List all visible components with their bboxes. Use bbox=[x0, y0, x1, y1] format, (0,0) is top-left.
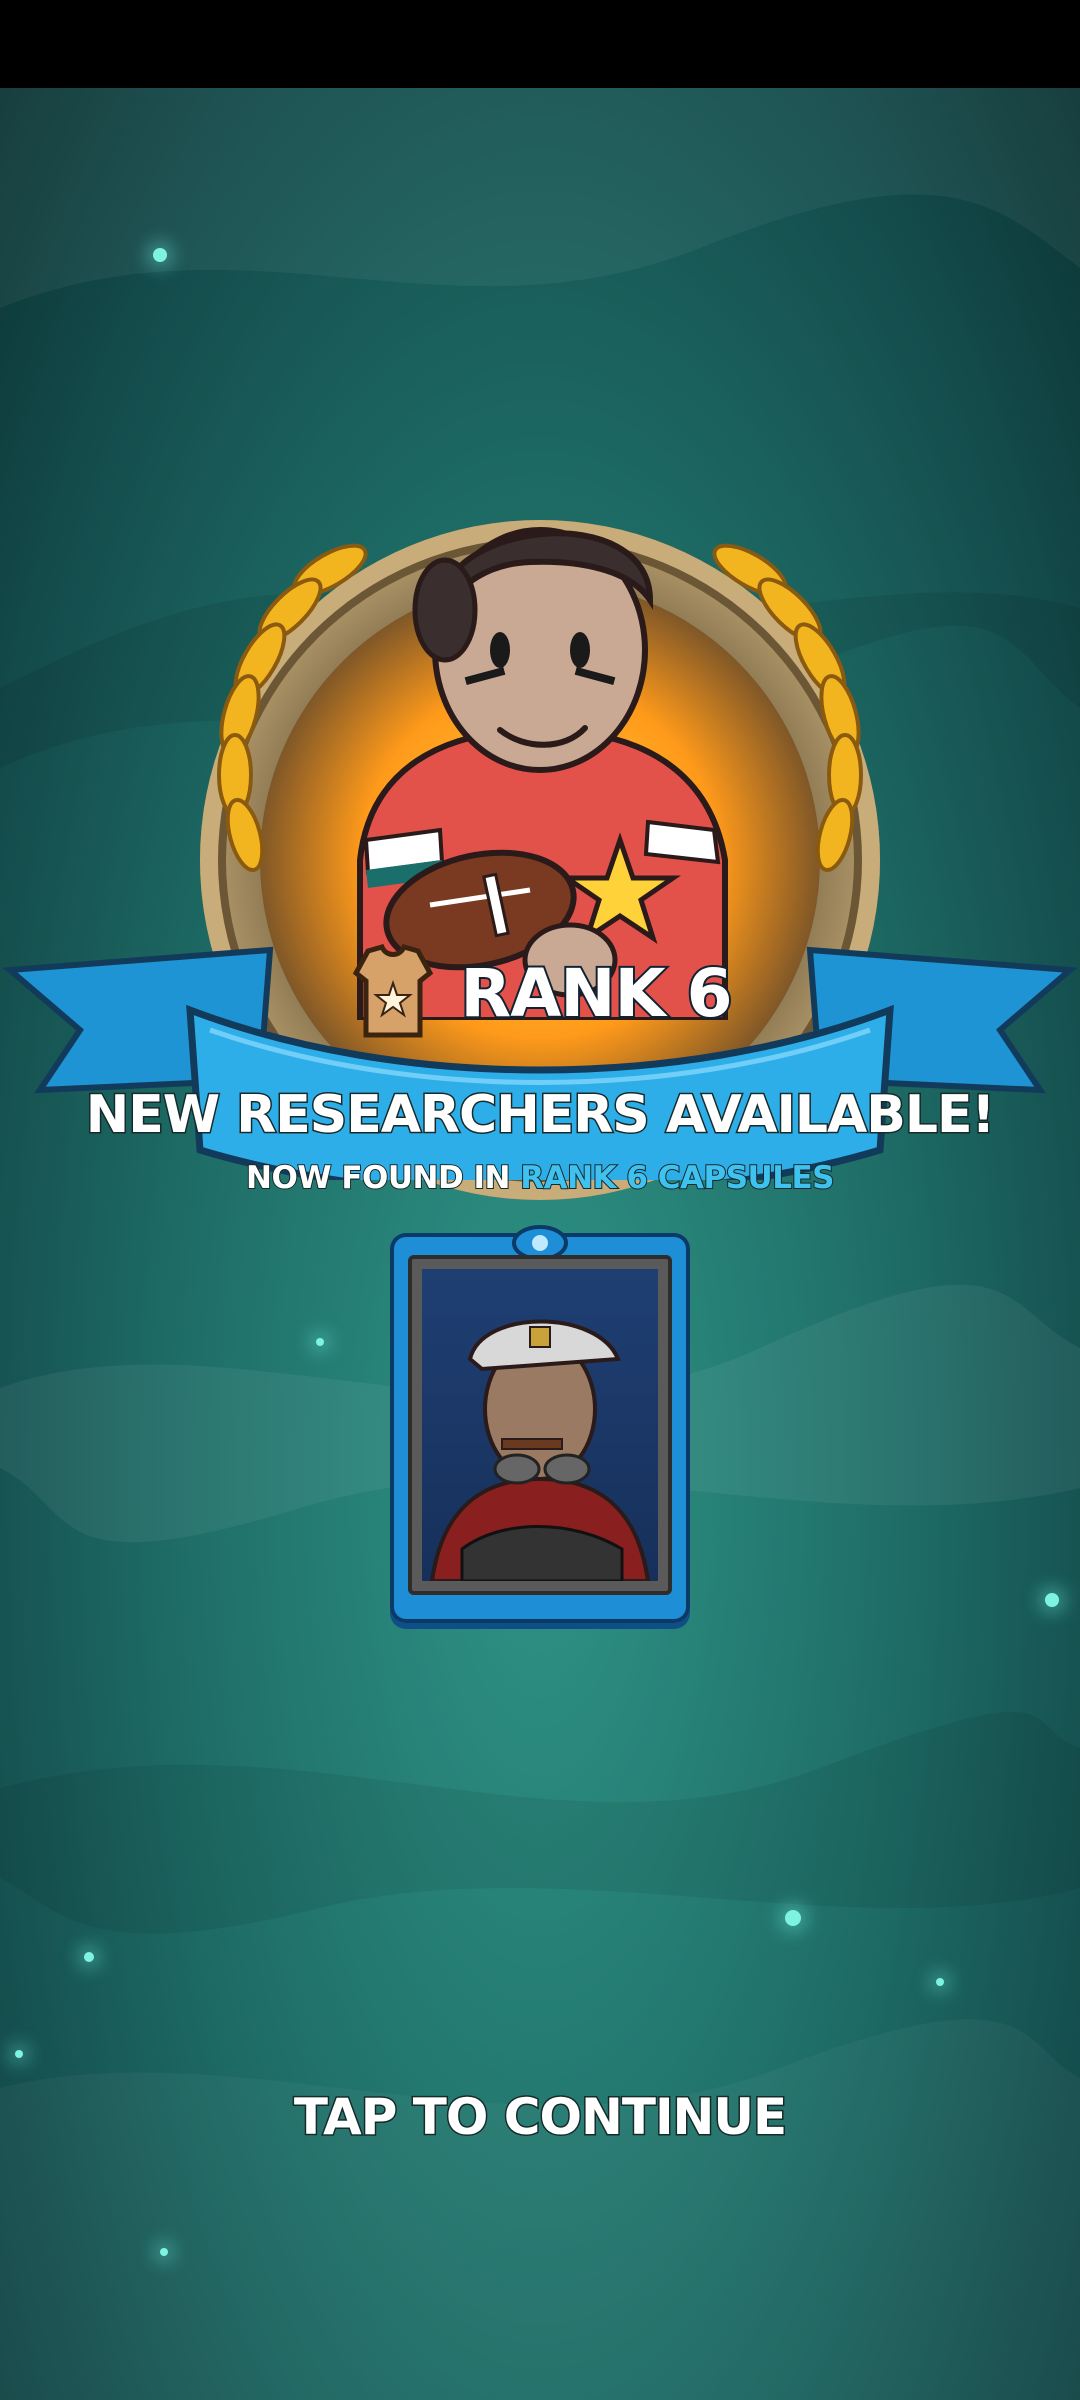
subline-highlight: RANK 6 CAPSULES bbox=[519, 1159, 835, 1197]
researcher-portrait-icon bbox=[429, 1319, 651, 1581]
glow-particle bbox=[1045, 1593, 1059, 1607]
new-researchers-headline: NEW RESEARCHERS AVAILABLE! bbox=[84, 1084, 997, 1147]
glow-particle bbox=[160, 2248, 168, 2256]
subline-prefix: NOW FOUND IN bbox=[245, 1159, 511, 1197]
glow-particle bbox=[153, 248, 167, 262]
glow-particle bbox=[785, 1910, 801, 1926]
glow-particle bbox=[936, 1978, 944, 1986]
rank-up-screen[interactable]: RANK 6 NEW RESEARCHERS AVAILABLE! NOW FO… bbox=[0, 88, 1080, 2400]
glow-particle bbox=[15, 2050, 23, 2058]
rank-badge bbox=[0, 400, 1080, 1200]
glow-particle bbox=[316, 1338, 324, 1346]
rank-row: RANK 6 bbox=[0, 938, 1080, 1048]
jersey-icon bbox=[353, 943, 434, 1038]
capsule-subline: NOW FOUND IN RANK 6 CAPSULES bbox=[0, 1159, 1080, 1197]
researcher-card[interactable] bbox=[390, 1225, 690, 1623]
card-frame bbox=[408, 1255, 672, 1595]
tap-to-continue[interactable]: TAP TO CONTINUE bbox=[0, 2087, 1080, 2148]
glow-particle bbox=[84, 1952, 94, 1962]
status-bar bbox=[0, 0, 1080, 88]
researcher-portrait bbox=[422, 1269, 658, 1581]
rank-title: RANK 6 bbox=[458, 953, 734, 1034]
